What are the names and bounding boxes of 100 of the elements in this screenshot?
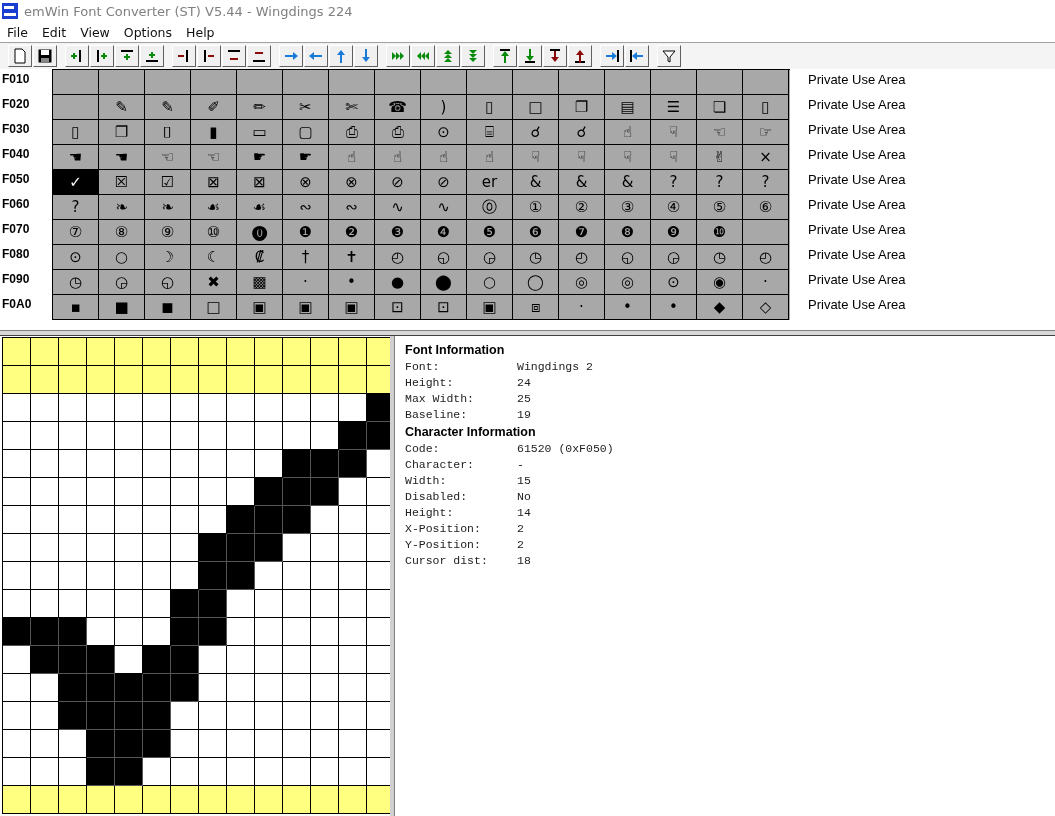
pixel-cell[interactable] (115, 674, 143, 702)
glyph-cell[interactable] (559, 70, 605, 95)
toolbar-button[interactable] (493, 45, 517, 67)
pixel-cell[interactable] (115, 618, 143, 646)
toolbar-button[interactable] (115, 45, 139, 67)
pixel-cell[interactable] (3, 534, 31, 562)
pixel-cell[interactable] (115, 506, 143, 534)
pixel-cell[interactable] (199, 646, 227, 674)
glyph-cell[interactable]: ◴ (559, 245, 605, 270)
pixel-cell[interactable] (3, 478, 31, 506)
glyph-cell[interactable]: ☝ (467, 145, 513, 170)
toolbar-button[interactable] (461, 45, 485, 67)
glyph-cell[interactable]: ☟ (605, 145, 651, 170)
pixel-cell[interactable] (115, 534, 143, 562)
glyph-cell[interactable]: ▯ (743, 95, 789, 120)
glyph-cell[interactable]: ② (559, 195, 605, 220)
pixel-cell[interactable] (115, 422, 143, 450)
pixel-cell[interactable] (115, 758, 143, 786)
pixel-cell[interactable] (3, 730, 31, 758)
glyph-cell[interactable]: ⑥ (743, 195, 789, 220)
glyph-cell[interactable]: · (283, 270, 329, 295)
pixel-cell[interactable] (311, 506, 339, 534)
pixel-cell[interactable] (31, 646, 59, 674)
glyph-cell[interactable] (743, 70, 789, 95)
pixel-cell[interactable] (171, 562, 199, 590)
toolbar-button[interactable] (197, 45, 221, 67)
glyph-cell[interactable]: ∿ (421, 195, 467, 220)
glyph-cell[interactable]: ▮ (191, 120, 237, 145)
pixel-cell[interactable] (311, 394, 339, 422)
glyph-cell[interactable]: ☚ (99, 145, 145, 170)
glyph-cell[interactable]: ✖ (191, 270, 237, 295)
glyph-cell[interactable]: ∿ (375, 195, 421, 220)
pixel-cell[interactable] (171, 506, 199, 534)
pixel-cell[interactable] (143, 450, 171, 478)
pixel-cell[interactable] (171, 422, 199, 450)
pixel-cell[interactable] (31, 674, 59, 702)
pixel-cell[interactable] (3, 422, 31, 450)
glyph-cell[interactable]: ✓ (53, 170, 99, 195)
pixel-cell[interactable] (59, 618, 87, 646)
glyph-cell[interactable]: ☝ (375, 145, 421, 170)
glyph-cell[interactable]: ☟ (559, 145, 605, 170)
pixel-cell[interactable] (59, 674, 87, 702)
pixel-cell[interactable] (311, 758, 339, 786)
pixel-cell[interactable] (31, 590, 59, 618)
glyph-cell[interactable]: ⑩ (191, 220, 237, 245)
glyph-cell[interactable] (283, 70, 329, 95)
glyph-cell[interactable]: ❏ (697, 95, 743, 120)
pixel-cell[interactable] (255, 590, 283, 618)
pixel-cell[interactable] (59, 534, 87, 562)
glyph-cell[interactable]: ☝ (605, 120, 651, 145)
pixel-cell[interactable] (339, 590, 367, 618)
pixel-cell[interactable] (87, 618, 115, 646)
pixel-cell[interactable] (143, 366, 171, 394)
glyph-cell[interactable]: ① (513, 195, 559, 220)
pixel-cell[interactable] (367, 394, 390, 422)
pixel-cell[interactable] (199, 562, 227, 590)
glyph-cell[interactable]: ❧ (145, 195, 191, 220)
toolbar-button[interactable] (279, 45, 303, 67)
pixel-cell[interactable] (255, 646, 283, 674)
glyph-cell[interactable]: ❧ (99, 195, 145, 220)
pixel-cell[interactable] (171, 618, 199, 646)
glyph-cell[interactable]: ⊙ (651, 270, 697, 295)
pixel-cell[interactable] (255, 674, 283, 702)
pixel-cell[interactable] (87, 674, 115, 702)
pixel-cell[interactable] (227, 394, 255, 422)
pixel-cell[interactable] (59, 422, 87, 450)
glyph-cell[interactable]: † (283, 245, 329, 270)
glyph-cell[interactable] (467, 70, 513, 95)
pixel-cell[interactable] (367, 422, 390, 450)
glyph-cell[interactable]: ☙ (191, 195, 237, 220)
glyph-cell[interactable]: ❻ (513, 220, 559, 245)
pixel-cell[interactable] (339, 394, 367, 422)
toolbar-button[interactable] (222, 45, 246, 67)
pixel-cell[interactable] (339, 450, 367, 478)
pixel-cell[interactable] (311, 478, 339, 506)
menu-item[interactable]: Options (123, 24, 173, 40)
glyph-cell[interactable]: · (743, 270, 789, 295)
glyph-cell[interactable]: ☟ (513, 145, 559, 170)
glyph-cell[interactable]: ○ (467, 270, 513, 295)
pixel-cell[interactable] (255, 422, 283, 450)
pixel-cell[interactable] (283, 450, 311, 478)
glyph-cell[interactable] (651, 70, 697, 95)
glyph-cell[interactable]: er (467, 170, 513, 195)
glyph-cell[interactable] (743, 220, 789, 245)
pixel-cell[interactable] (227, 562, 255, 590)
toolbar-button[interactable] (518, 45, 542, 67)
toolbar-button[interactable] (354, 45, 378, 67)
pixel-cell[interactable] (283, 506, 311, 534)
pixel-cell[interactable] (283, 674, 311, 702)
pixel-cell[interactable] (87, 506, 115, 534)
pixel-cell[interactable] (171, 534, 199, 562)
pixel-cell[interactable] (115, 366, 143, 394)
glyph-cell[interactable] (99, 70, 145, 95)
pixel-cell[interactable] (115, 730, 143, 758)
glyph-cell[interactable]: ☰ (651, 95, 697, 120)
pixel-cell[interactable] (143, 590, 171, 618)
pixel-cell[interactable] (255, 506, 283, 534)
pixel-cell[interactable] (31, 422, 59, 450)
glyph-cell[interactable]: ▩ (237, 270, 283, 295)
glyph-cell[interactable]: ● (375, 270, 421, 295)
